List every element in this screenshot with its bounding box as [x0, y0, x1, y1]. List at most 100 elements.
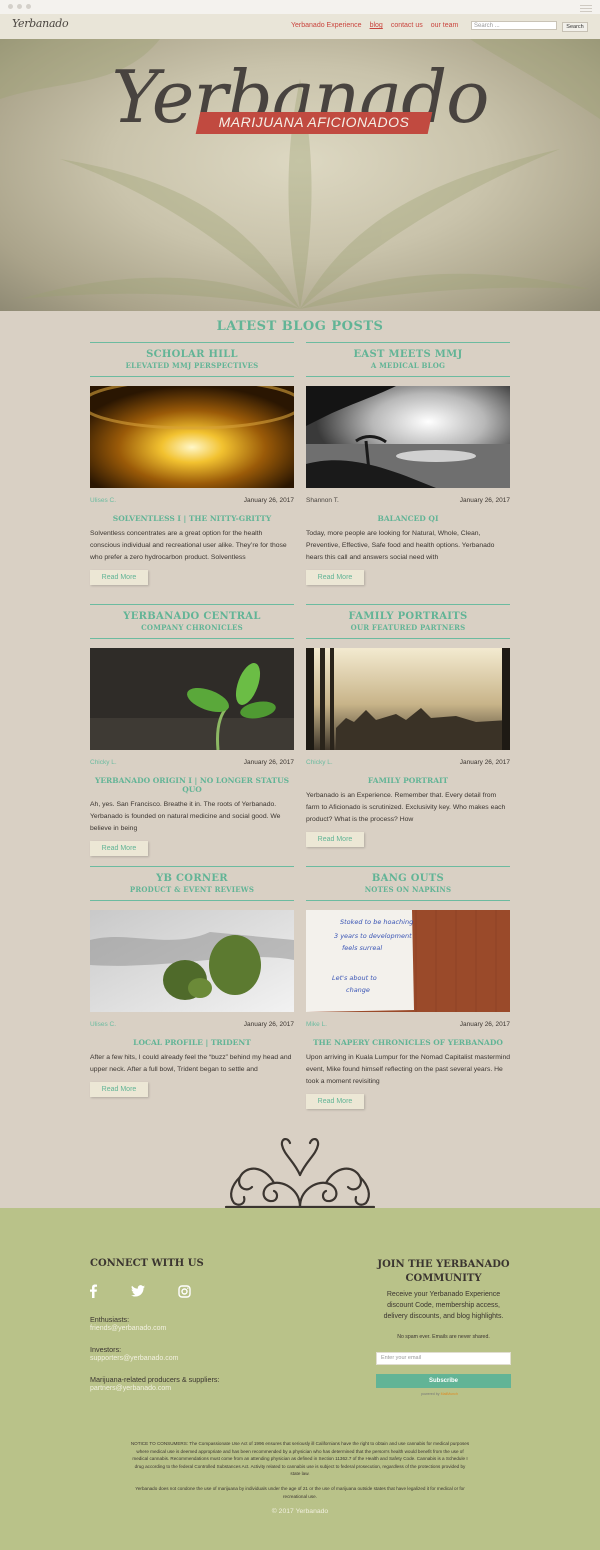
read-more-button[interactable]: Read More: [306, 832, 364, 847]
facebook-icon[interactable]: [88, 1284, 98, 1298]
powered-brand[interactable]: MailMunch: [441, 1392, 458, 1396]
category-subtitle: PRODUCT & EVENT REVIEWS: [129, 885, 255, 894]
post-author[interactable]: Chicky L.: [306, 759, 333, 766]
read-more-button[interactable]: Read More: [90, 1082, 148, 1097]
post-excerpt: Today, more people are looking for Natur…: [306, 530, 495, 561]
contact-email[interactable]: partners@yerbanado.com: [90, 1385, 171, 1392]
napkin-line: change: [346, 986, 370, 994]
post-excerpt: Ah, yes. San Francisco. Breathe it in. T…: [90, 801, 281, 832]
post-image-skyline[interactable]: [306, 648, 510, 750]
divider: [90, 376, 294, 377]
napkin-line: Let's about to: [332, 974, 377, 982]
join-description: Receive your Yerbanado Experience discou…: [383, 1291, 504, 1320]
post-author[interactable]: Mike L.: [306, 1021, 327, 1028]
napkin-line: Stoked to be hoaching: [340, 918, 413, 926]
category-title[interactable]: SCHOLAR HILL: [90, 349, 294, 360]
post-image-lake[interactable]: [306, 386, 510, 488]
blog-card: YB CORNER PRODUCT & EVENT REVIEWS Ulises…: [90, 866, 294, 1097]
post-meta: Chicky L. January 26, 2017: [90, 759, 294, 766]
category-subtitle: ELEVATED MMJ PERSPECTIVES: [125, 361, 259, 370]
post-date: January 26, 2017: [243, 1021, 294, 1028]
search-button[interactable]: Search: [562, 22, 588, 32]
post-excerpt: Upon arriving in Kuala Lumpur for the No…: [306, 1054, 510, 1085]
search-input[interactable]: Search ...: [471, 21, 557, 30]
post-author[interactable]: Chicky L.: [90, 759, 117, 766]
post-date: January 26, 2017: [459, 759, 510, 766]
category-subtitle: COMPANY CHRONICLES: [141, 623, 243, 632]
age-notice: Yerbanado does not condone the use of ma…: [135, 1486, 465, 1499]
post-title[interactable]: LOCAL PROFILE | TRIDENT: [90, 1038, 294, 1047]
category-title[interactable]: YERBANADO CENTRAL: [90, 611, 294, 622]
post-meta: Chicky L. January 26, 2017: [306, 759, 510, 766]
category-subtitle: A MEDICAL BLOG: [370, 361, 446, 370]
nav-link-contact[interactable]: contact us: [391, 22, 423, 29]
post-date: January 26, 2017: [243, 759, 294, 766]
post-title[interactable]: FAMILY PORTRAIT: [306, 776, 510, 785]
post-meta: Ulises C. January 26, 2017: [90, 1021, 294, 1028]
post-image-napkin[interactable]: Stoked to be hoaching 3 years to develop…: [306, 910, 510, 1012]
hero-tagline: MARIJUANA AFICIONADOS: [218, 114, 410, 130]
divider: [90, 900, 294, 901]
divider: [306, 342, 510, 343]
contact-label: Marijuana-related producers & suppliers:: [90, 1375, 220, 1384]
nav-link-team[interactable]: our team: [431, 22, 459, 29]
post-author[interactable]: Shannon T.: [306, 497, 339, 504]
post-date: January 26, 2017: [459, 497, 510, 504]
blog-card: SCHOLAR HILL ELEVATED MMJ PERSPECTIVES U…: [80, 342, 304, 585]
post-image-seedling[interactable]: [90, 648, 294, 751]
napkin-line: 3 years to development: [334, 932, 412, 940]
read-more-button[interactable]: Read More: [306, 1094, 364, 1109]
twitter-icon[interactable]: [131, 1285, 145, 1297]
email-field[interactable]: Enter your email: [376, 1352, 511, 1365]
post-title[interactable]: SOLVENTLESS I | THE NITTY-GRITTY: [90, 514, 294, 523]
category-subtitle: OUR FEATURED PARTNERS: [350, 623, 466, 632]
post-meta: Shannon T. January 26, 2017: [306, 497, 510, 504]
blog-card: FAMILY PORTRAITS OUR FEATURED PARTNERS C…: [306, 604, 510, 847]
divider: [306, 638, 510, 639]
social-links: [88, 1284, 191, 1298]
contact-label: Enthusiasts:: [90, 1315, 130, 1324]
contact-label: Investors:: [90, 1345, 122, 1354]
contact-email[interactable]: supporters@yerbanado.com: [90, 1355, 178, 1362]
divider: [306, 376, 510, 377]
blog-card: YERBANADO CENTRAL COMPANY CHRONICLES Chi…: [90, 604, 294, 856]
post-title[interactable]: YERBANADO ORIGIN I | NO LONGER STATUS QU…: [90, 776, 294, 794]
copyright: © 2017 Yerbanado: [271, 1508, 329, 1515]
category-title[interactable]: EAST MEETS MMJ: [306, 349, 510, 360]
no-spam-note: No spam ever. Emails are never shared.: [397, 1334, 490, 1340]
post-image-concentrate[interactable]: [80, 378, 304, 488]
post-title[interactable]: BALANCED QI: [306, 514, 510, 523]
nav-link-blog[interactable]: blog: [370, 22, 383, 29]
browser-top-strip: [0, 0, 600, 14]
ornament-icon: [224, 1138, 376, 1209]
divider: [90, 342, 294, 343]
post-title[interactable]: THE NAPERY CHRONICLES OF YERBANADO: [306, 1038, 510, 1047]
napkin-line: feels surreal: [342, 944, 382, 952]
menu-icon[interactable]: [580, 3, 592, 14]
post-image-buds[interactable]: [90, 910, 294, 1012]
read-more-button[interactable]: Read More: [306, 570, 364, 585]
window-dots: [8, 4, 31, 9]
powered-by: powered by MailMunch: [421, 1392, 458, 1396]
subscribe-button[interactable]: Subscribe: [376, 1374, 511, 1388]
category-title[interactable]: BANG OUTS: [306, 873, 510, 884]
nav-link-experience[interactable]: Yerbanado Experience: [291, 22, 362, 29]
divider: [90, 638, 294, 639]
post-author[interactable]: Ulises C.: [90, 497, 116, 504]
latest-posts-heading: LATEST BLOG POSTS: [216, 319, 384, 334]
category-title[interactable]: YB CORNER: [90, 873, 294, 884]
read-more-button[interactable]: Read More: [90, 570, 148, 585]
instagram-icon[interactable]: [178, 1284, 191, 1298]
post-excerpt: After a few hits, I could already feel t…: [90, 1054, 292, 1073]
post-meta: Mike L. January 26, 2017: [306, 1021, 510, 1028]
blog-card: BANG OUTS NOTES ON NAPKINS Stoked to be …: [306, 866, 510, 1109]
legal-notice: NOTICE TO CONSUMERS: The Compassionate U…: [130, 1441, 470, 1477]
site-logo[interactable]: Yerbanado: [12, 17, 69, 30]
divider: [90, 604, 294, 605]
divider: [306, 866, 510, 867]
post-date: January 26, 2017: [243, 497, 294, 504]
post-author[interactable]: Ulises C.: [90, 1021, 116, 1028]
read-more-button[interactable]: Read More: [90, 841, 148, 856]
category-title[interactable]: FAMILY PORTRAITS: [306, 611, 510, 622]
contact-email[interactable]: friends@yerbanado.com: [90, 1325, 166, 1332]
